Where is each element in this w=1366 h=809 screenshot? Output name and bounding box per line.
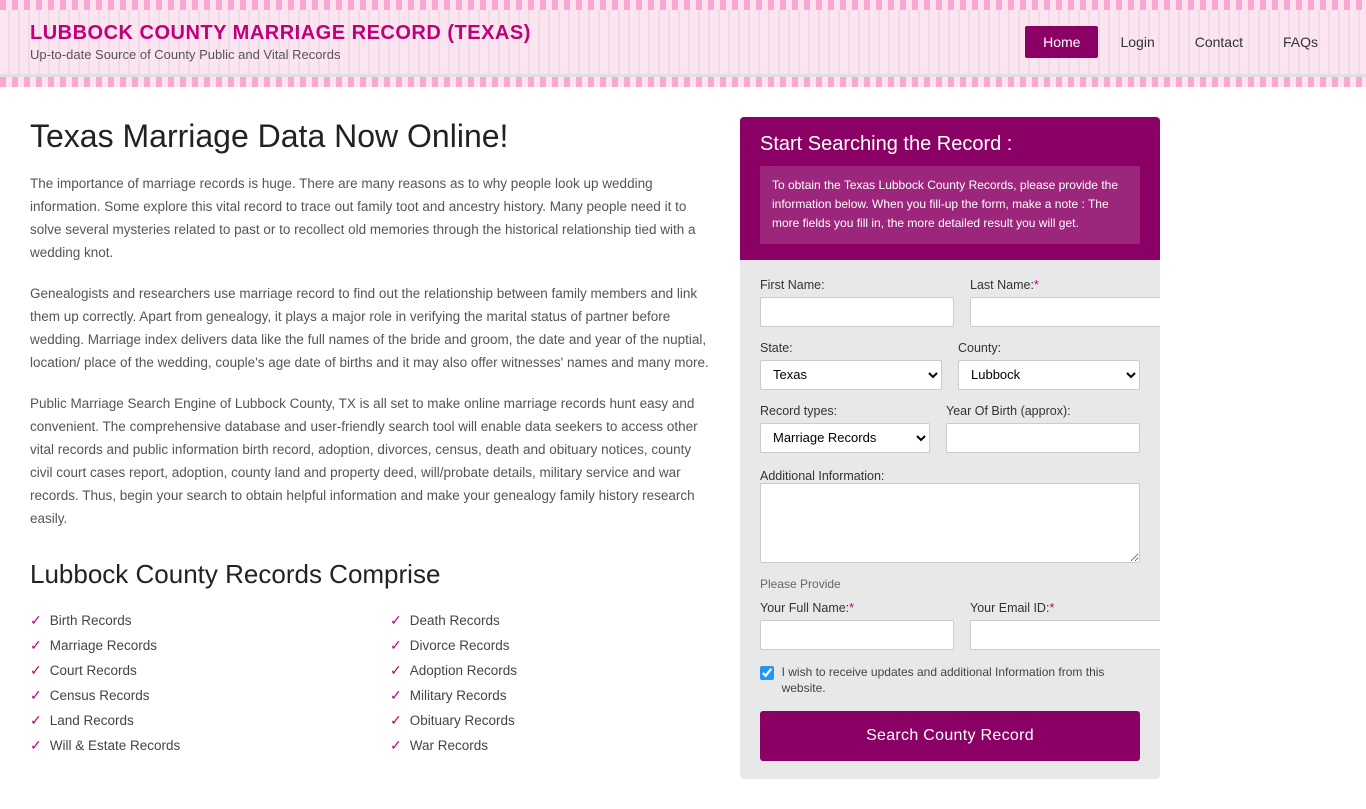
list-item: ✓ Obituary Records	[390, 708, 710, 733]
decorative-band-bottom	[0, 77, 1366, 87]
main-heading: Texas Marriage Data Now Online!	[30, 117, 710, 155]
record-types-select[interactable]: Marriage Records Birth Records Death Rec…	[760, 423, 930, 453]
check-icon: ✓	[390, 662, 402, 679]
county-label: County:	[958, 341, 1140, 355]
list-item: ✓ Birth Records	[30, 608, 350, 633]
record-label: Birth Records	[50, 613, 132, 628]
check-icon: ✓	[30, 737, 42, 754]
list-item: ✓ Divorce Records	[390, 633, 710, 658]
last-name-input[interactable]	[970, 297, 1160, 327]
paragraph-2: Genealogists and researchers use marriag…	[30, 283, 710, 375]
nav-faqs[interactable]: FAQs	[1265, 26, 1336, 58]
first-name-group: First Name:	[760, 278, 954, 327]
form-description: To obtain the Texas Lubbock County Recor…	[760, 166, 1140, 244]
list-item: ✓ Military Records	[390, 683, 710, 708]
check-icon: ✓	[390, 687, 402, 704]
check-icon: ✓	[30, 662, 42, 679]
check-icon: ✓	[390, 712, 402, 729]
check-icon: ✓	[390, 737, 402, 754]
nav-contact[interactable]: Contact	[1177, 26, 1261, 58]
record-types-label: Record types:	[760, 404, 930, 418]
record-label: Adoption Records	[410, 663, 517, 678]
list-item: ✓ Death Records	[390, 608, 710, 633]
provide-label: Please Provide	[760, 577, 1140, 591]
record-label: Marriage Records	[50, 638, 157, 653]
record-label: Obituary Records	[410, 713, 515, 728]
right-panel: Start Searching the Record : To obtain t…	[740, 117, 1160, 779]
list-item: ✓ Court Records	[30, 658, 350, 683]
site-subtitle: Up-to-date Source of County Public and V…	[30, 47, 531, 62]
newsletter-checkbox-row: I wish to receive updates and additional…	[760, 664, 1140, 698]
email-label: Your Email ID:*	[970, 601, 1160, 615]
check-icon: ✓	[30, 612, 42, 629]
form-header: Start Searching the Record : To obtain t…	[740, 117, 1160, 260]
main-container: Texas Marriage Data Now Online! The impo…	[0, 87, 1366, 809]
state-label: State:	[760, 341, 942, 355]
record-label: Will & Estate Records	[50, 738, 181, 753]
form-body: First Name: Last Name:* State:	[740, 260, 1160, 780]
record-label: Court Records	[50, 663, 137, 678]
full-name-input[interactable]	[760, 620, 954, 650]
left-content: Texas Marriage Data Now Online! The impo…	[30, 117, 710, 779]
newsletter-checkbox-label: I wish to receive updates and additional…	[782, 664, 1140, 698]
header: LUBBOCK COUNTY MARRIAGE RECORD (TEXAS) U…	[0, 10, 1366, 77]
email-group: Your Email ID:*	[970, 601, 1160, 650]
full-name-group: Your Full Name:*	[760, 601, 954, 650]
first-name-input[interactable]	[760, 297, 954, 327]
records-grid: ✓ Birth Records ✓ Marriage Records ✓ Cou…	[30, 608, 710, 758]
record-label: Land Records	[50, 713, 134, 728]
state-group: State: Texas Alabama Alaska Arizona	[760, 341, 942, 390]
record-year-row: Record types: Marriage Records Birth Rec…	[760, 404, 1140, 453]
decorative-band-top	[0, 0, 1366, 10]
list-item: ✓ War Records	[390, 733, 710, 758]
county-group: County: Lubbock Harris Dallas Travis	[958, 341, 1140, 390]
main-nav: Home Login Contact FAQs	[1025, 26, 1336, 58]
check-icon: ✓	[30, 637, 42, 654]
list-item: ✓ Marriage Records	[30, 633, 350, 658]
name-row: First Name: Last Name:*	[760, 278, 1140, 327]
record-types-group: Record types: Marriage Records Birth Rec…	[760, 404, 930, 453]
year-of-birth-group: Year Of Birth (approx):	[946, 404, 1140, 453]
contact-row: Your Full Name:* Your Email ID:*	[760, 601, 1140, 650]
first-name-label: First Name:	[760, 278, 954, 292]
nav-home[interactable]: Home	[1025, 26, 1098, 58]
check-icon: ✓	[30, 712, 42, 729]
record-label: Military Records	[410, 688, 507, 703]
email-input[interactable]	[970, 620, 1160, 650]
paragraph-1: The importance of marriage records is hu…	[30, 173, 710, 265]
form-container: Start Searching the Record : To obtain t…	[740, 117, 1160, 779]
nav-login[interactable]: Login	[1102, 26, 1172, 58]
record-label: Census Records	[50, 688, 150, 703]
additional-info-group: Additional Information:	[760, 467, 1140, 563]
form-title: Start Searching the Record :	[760, 133, 1140, 156]
last-name-label: Last Name:*	[970, 278, 1160, 292]
check-icon: ✓	[390, 612, 402, 629]
list-item: ✓ Adoption Records	[390, 658, 710, 683]
check-icon: ✓	[30, 687, 42, 704]
additional-info-textarea[interactable]	[760, 483, 1140, 563]
paragraph-3: Public Marriage Search Engine of Lubbock…	[30, 393, 710, 531]
record-label: Divorce Records	[410, 638, 510, 653]
last-name-group: Last Name:*	[970, 278, 1160, 327]
state-county-row: State: Texas Alabama Alaska Arizona Coun…	[760, 341, 1140, 390]
list-item: ✓ Census Records	[30, 683, 350, 708]
year-of-birth-input[interactable]	[946, 423, 1140, 453]
newsletter-checkbox[interactable]	[760, 666, 774, 680]
site-title: LUBBOCK COUNTY MARRIAGE RECORD (TEXAS)	[30, 22, 531, 45]
search-county-record-button[interactable]: Search County Record	[760, 711, 1140, 761]
year-of-birth-label: Year Of Birth (approx):	[946, 404, 1140, 418]
additional-info-label: Additional Information:	[760, 469, 884, 483]
header-left: LUBBOCK COUNTY MARRIAGE RECORD (TEXAS) U…	[30, 22, 531, 62]
record-label: War Records	[410, 738, 488, 753]
record-label: Death Records	[410, 613, 500, 628]
state-select[interactable]: Texas Alabama Alaska Arizona	[760, 360, 942, 390]
list-item: ✓ Will & Estate Records	[30, 733, 350, 758]
check-icon: ✓	[390, 637, 402, 654]
full-name-label: Your Full Name:*	[760, 601, 954, 615]
county-select[interactable]: Lubbock Harris Dallas Travis	[958, 360, 1140, 390]
section-heading: Lubbock County Records Comprise	[30, 559, 710, 590]
list-item: ✓ Land Records	[30, 708, 350, 733]
